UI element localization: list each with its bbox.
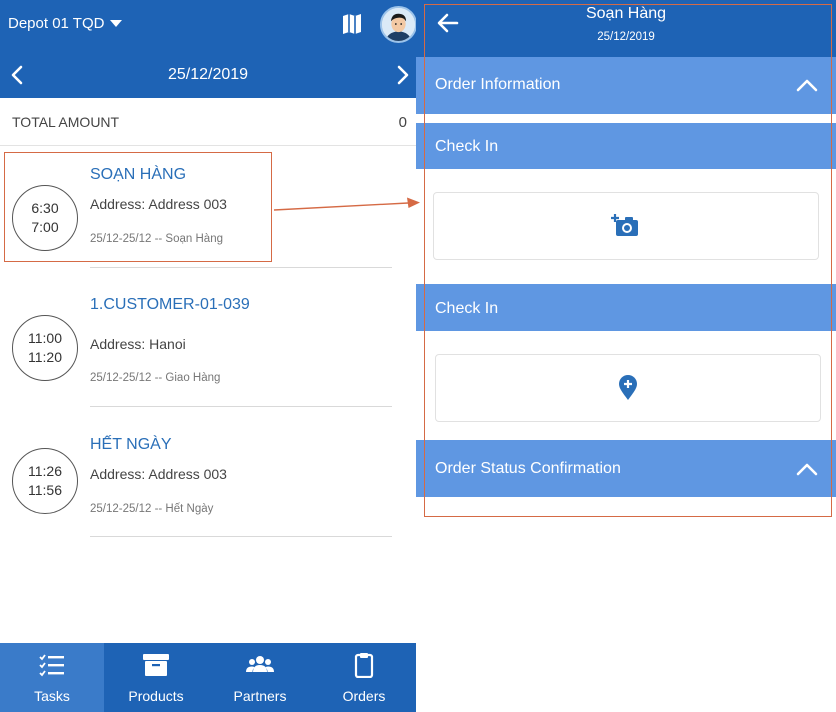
task-time-circle: 11:00 11:20 — [12, 315, 78, 381]
tab-label: Partners — [233, 688, 287, 704]
task-address: Address: Address 003 — [90, 466, 227, 482]
task-item[interactable]: 6:30 7:00 SOẠN HÀNG Address: Address 003… — [0, 150, 416, 280]
total-amount-value: 0 — [398, 114, 407, 131]
task-item[interactable]: 11:26 11:56 HẾT NGÀY Address: Address 00… — [0, 420, 416, 550]
section-label: Check In — [435, 138, 499, 155]
task-meta: 25/12-25/12 -- Hết Ngày — [90, 503, 214, 515]
tab-products[interactable]: Products — [104, 643, 208, 712]
add-photo-card[interactable] — [433, 192, 819, 260]
task-title: SOẠN HÀNG — [90, 166, 187, 183]
task-end-time: 11:20 — [28, 349, 62, 365]
task-start-time: 11:26 — [28, 463, 62, 479]
detail-header: Soạn Hàng 25/12/2019 — [416, 0, 836, 57]
archive-box-icon — [143, 654, 169, 676]
tasks-screen: Depot 01 TQD 25/12/2019 TOTAL AMOUNT 0 6… — [0, 0, 416, 712]
detail-date: 25/12/2019 — [597, 31, 655, 43]
divider — [90, 406, 392, 407]
task-start-time: 11:00 — [28, 330, 62, 346]
chevron-up-icon[interactable] — [796, 78, 818, 92]
current-date: 25/12/2019 — [167, 66, 249, 83]
tab-tasks[interactable]: Tasks — [0, 643, 104, 712]
divider — [90, 536, 392, 537]
task-end-time: 7:00 — [31, 219, 59, 235]
tab-partners[interactable]: Partners — [208, 643, 312, 712]
section-label: Check In — [435, 300, 499, 317]
task-item[interactable]: 11:00 11:20 1.CUSTOMER-01-039 Address: H… — [0, 280, 416, 410]
add-location-card[interactable] — [435, 354, 821, 422]
depot-selector[interactable]: Depot 01 TQD — [8, 15, 123, 32]
task-start-time: 6:30 — [31, 200, 59, 216]
section-check-in-location: Check In — [416, 284, 836, 331]
add-location-pin-icon — [619, 375, 637, 400]
bottom-tab-bar: Tasks Products Partners Orders — [0, 643, 416, 712]
chevron-up-icon[interactable] — [796, 462, 818, 476]
task-title: 1.CUSTOMER-01-039 — [90, 296, 250, 313]
tab-label: Orders — [342, 688, 386, 704]
task-address: Address: Hanoi — [90, 336, 186, 352]
tab-label: Products — [128, 688, 184, 704]
people-icon — [246, 656, 274, 672]
total-amount-label: TOTAL AMOUNT — [12, 114, 120, 130]
total-amount-row: TOTAL AMOUNT 0 — [0, 98, 416, 146]
divider — [90, 267, 392, 268]
task-title: HẾT NGÀY — [90, 436, 172, 453]
task-detail-screen: Soạn Hàng 25/12/2019 Order Information C… — [416, 0, 836, 712]
map-icon[interactable] — [342, 13, 362, 35]
user-avatar[interactable] — [380, 6, 416, 43]
depot-label: Depot 01 TQD — [8, 15, 105, 32]
section-order-information[interactable]: Order Information — [416, 57, 836, 114]
task-time-circle: 6:30 7:00 — [12, 185, 78, 251]
clipboard-icon — [354, 653, 374, 678]
task-end-time: 11:56 — [28, 482, 62, 498]
date-navigator: 25/12/2019 — [0, 50, 416, 98]
section-label: Order Information — [435, 76, 561, 93]
top-app-bar: Depot 01 TQD — [0, 0, 416, 50]
section-label: Order Status Confirmation — [435, 460, 621, 477]
task-address: Address: Address 003 — [90, 196, 227, 212]
section-check-in-photo: Check In — [416, 123, 836, 169]
chevron-right-icon[interactable] — [392, 64, 412, 86]
tasks-icon — [39, 654, 64, 677]
task-meta: 25/12-25/12 -- Giao Hàng — [90, 372, 221, 384]
task-time-circle: 11:26 11:56 — [12, 448, 78, 514]
section-order-status-confirmation[interactable]: Order Status Confirmation — [416, 440, 836, 497]
task-meta: 25/12-25/12 -- Soạn Hàng — [90, 233, 223, 245]
detail-title: Soạn Hàng — [585, 5, 667, 22]
add-photo-icon — [611, 214, 638, 236]
tab-label: Tasks — [34, 688, 70, 704]
tab-orders[interactable]: Orders — [312, 643, 416, 712]
caret-down-icon — [110, 20, 123, 27]
